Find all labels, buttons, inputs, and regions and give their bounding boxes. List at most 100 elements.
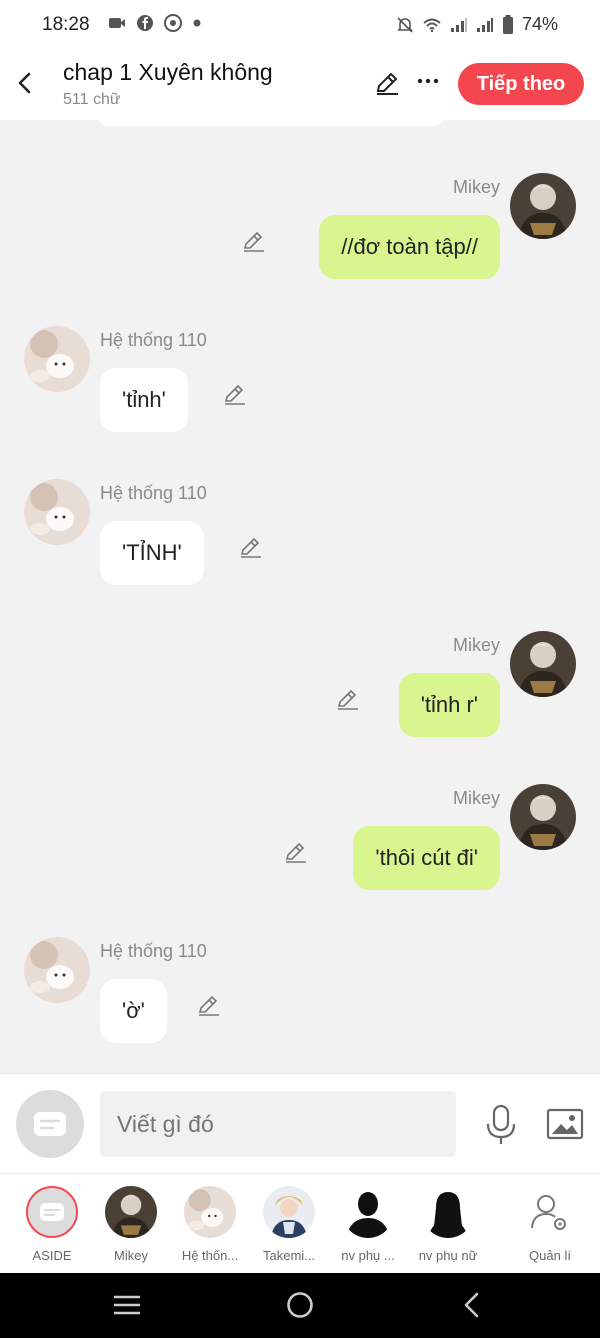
character-mikey[interactable]: Mikey bbox=[91, 1186, 171, 1263]
avatar bbox=[184, 1186, 236, 1238]
mikey-avatar-image bbox=[510, 173, 576, 239]
character-aside[interactable]: ASIDE bbox=[12, 1186, 92, 1263]
pencil-icon bbox=[285, 842, 306, 863]
page-title: chap 1 Xuyên không bbox=[63, 59, 273, 85]
message-bubble[interactable]: 'ờ' bbox=[100, 979, 167, 1043]
message-bubble[interactable]: 'thôi cút đi' bbox=[353, 826, 500, 890]
more-dots-icon bbox=[417, 78, 439, 84]
dot-icon bbox=[193, 19, 201, 27]
character-label: Quản lí bbox=[529, 1248, 571, 1263]
character-label: Hệ thốn... bbox=[181, 1248, 239, 1263]
avatar bbox=[105, 1186, 157, 1238]
mikey-avatar-image bbox=[105, 1186, 157, 1238]
chat-area[interactable]: Mikey //đơ toàn tập// Hệ thống 110 'tỉnh… bbox=[0, 120, 600, 1073]
avatar[interactable] bbox=[24, 937, 90, 1003]
image-icon bbox=[546, 1108, 584, 1140]
system-avatar-image bbox=[24, 937, 90, 1003]
avatar bbox=[342, 1186, 394, 1238]
voice-button[interactable] bbox=[484, 1104, 518, 1146]
back-button[interactable] bbox=[12, 68, 38, 98]
edit-title-button[interactable] bbox=[374, 70, 400, 96]
character-nv-phu-nu[interactable]: nv phụ nữ bbox=[408, 1186, 488, 1263]
chat-bubble-icon bbox=[40, 1203, 64, 1221]
chrome-icon bbox=[164, 14, 182, 32]
system-nav-bar bbox=[0, 1273, 600, 1338]
recent-apps-button[interactable] bbox=[112, 1293, 142, 1322]
sender-name: Hệ thống 110 bbox=[100, 941, 207, 961]
mute-icon bbox=[397, 16, 413, 33]
message-input[interactable] bbox=[100, 1091, 456, 1157]
facebook-icon bbox=[137, 15, 153, 31]
sender-name: Mikey bbox=[452, 177, 500, 197]
battery-icon bbox=[502, 14, 513, 34]
system-back-button[interactable] bbox=[460, 1291, 484, 1324]
message-bubble[interactable]: 'TỈNH' bbox=[100, 521, 204, 585]
sender-name: Mikey bbox=[452, 788, 500, 808]
character-takemi[interactable]: Takemi... bbox=[249, 1186, 329, 1263]
avatar[interactable] bbox=[510, 173, 576, 239]
home-button[interactable] bbox=[286, 1291, 314, 1324]
word-count: 511 chữ bbox=[63, 91, 121, 108]
system-avatar-image bbox=[24, 326, 90, 392]
sender-name: Hệ thống 110 bbox=[100, 330, 207, 350]
avatar[interactable] bbox=[510, 631, 576, 697]
chevron-left-icon bbox=[464, 1292, 479, 1318]
message-item: Hệ thống 110 'ờ' bbox=[0, 937, 600, 1057]
system-avatar-image bbox=[184, 1186, 236, 1238]
character-label: Mikey bbox=[114, 1248, 148, 1263]
mikey-avatar-image bbox=[510, 631, 576, 697]
signal-icon bbox=[476, 17, 493, 32]
message-bubble[interactable]: 'tỉnh' bbox=[100, 368, 188, 432]
manage-icon-wrap bbox=[524, 1186, 576, 1238]
user-settings-icon bbox=[531, 1195, 566, 1230]
image-button[interactable] bbox=[546, 1107, 584, 1141]
status-time: 18:28 bbox=[42, 14, 90, 35]
pencil-icon bbox=[224, 384, 245, 405]
aside-toggle-button[interactable] bbox=[16, 1090, 84, 1158]
character-he-thong[interactable]: Hệ thốn... bbox=[170, 1186, 250, 1263]
aside-avatar bbox=[26, 1186, 78, 1238]
edit-message-button[interactable] bbox=[242, 229, 266, 253]
avatar bbox=[422, 1186, 474, 1238]
edit-message-button[interactable] bbox=[223, 382, 247, 406]
message-item: Hệ thống 110 'TỈNH' bbox=[0, 479, 600, 599]
avatar[interactable] bbox=[510, 784, 576, 850]
message-bubble[interactable]: 'tỉnh r' bbox=[398, 673, 500, 737]
microphone-icon bbox=[486, 1104, 516, 1144]
clipped-message-bubble bbox=[97, 120, 445, 126]
manage-characters-button[interactable]: Quản lí bbox=[510, 1186, 590, 1263]
wifi-icon bbox=[423, 18, 441, 32]
edit-message-button[interactable] bbox=[284, 840, 308, 864]
signal-icon bbox=[450, 17, 467, 32]
chat-bubble-icon bbox=[34, 1112, 66, 1136]
header: chap 1 Xuyên không 511 chữ Tiếp theo bbox=[0, 50, 600, 120]
pencil-icon bbox=[376, 72, 398, 95]
pencil-icon bbox=[198, 995, 219, 1016]
message-item: Mikey 'tỉnh r' bbox=[0, 631, 600, 751]
menu-lines-icon bbox=[114, 1295, 140, 1315]
next-button[interactable]: Tiếp theo bbox=[458, 63, 584, 105]
pencil-icon bbox=[240, 537, 261, 558]
character-label: Takemi... bbox=[262, 1248, 315, 1263]
takemi-avatar-image bbox=[263, 1186, 315, 1238]
character-label: ASIDE bbox=[32, 1248, 72, 1263]
mikey-avatar-image bbox=[510, 784, 576, 850]
system-avatar-image bbox=[24, 479, 90, 545]
character-label: nv phụ nữ bbox=[418, 1248, 478, 1263]
message-bubble[interactable]: //đơ toàn tập// bbox=[319, 215, 500, 279]
input-bar bbox=[0, 1073, 600, 1173]
sender-name: Mikey bbox=[452, 635, 500, 655]
edit-message-button[interactable] bbox=[239, 535, 263, 559]
message-item: Mikey //đơ toàn tập// bbox=[0, 173, 600, 293]
video-icon bbox=[109, 18, 125, 28]
avatar[interactable] bbox=[24, 479, 90, 545]
more-options-button[interactable] bbox=[416, 74, 440, 92]
character-label: nv phụ ... bbox=[341, 1248, 395, 1263]
pencil-icon bbox=[337, 689, 358, 710]
character-bar: ASIDE Mikey Hệ thốn... Takemi... nv phụ … bbox=[0, 1173, 600, 1273]
edit-message-button[interactable] bbox=[336, 687, 360, 711]
avatar[interactable] bbox=[24, 326, 90, 392]
avatar bbox=[263, 1186, 315, 1238]
edit-message-button[interactable] bbox=[197, 993, 221, 1017]
character-nv-phu[interactable]: nv phụ ... bbox=[328, 1186, 408, 1263]
